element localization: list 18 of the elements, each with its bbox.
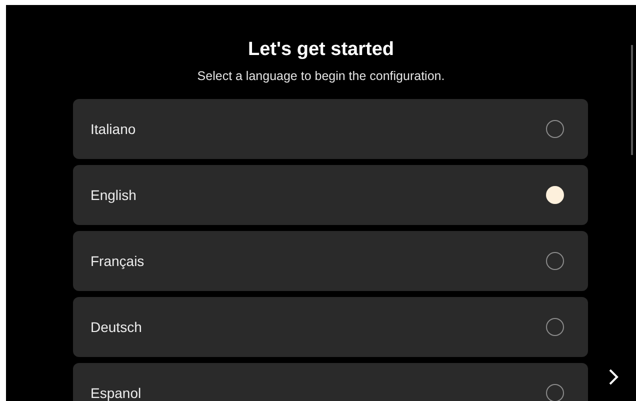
language-option[interactable]: Français bbox=[72, 231, 588, 291]
radio-button[interactable] bbox=[546, 120, 564, 138]
language-option[interactable]: Espanol bbox=[72, 363, 588, 401]
page-subtitle: Select a language to begin the configuration. bbox=[197, 68, 445, 84]
language-label: Deutsch bbox=[90, 319, 142, 335]
language-option[interactable]: Italiano bbox=[72, 99, 588, 159]
radio-button[interactable] bbox=[546, 252, 564, 270]
radio-button[interactable] bbox=[546, 384, 564, 401]
language-option[interactable]: Deutsch bbox=[72, 297, 588, 357]
radio-button[interactable] bbox=[546, 186, 564, 204]
radio-button[interactable] bbox=[546, 318, 564, 336]
language-label: Italiano bbox=[90, 121, 136, 137]
language-label: Espanol bbox=[90, 385, 142, 401]
page-title: Let's get started bbox=[248, 39, 394, 61]
language-option[interactable]: English bbox=[72, 165, 588, 225]
scrollbar[interactable] bbox=[631, 45, 633, 155]
language-label: Français bbox=[90, 253, 144, 269]
language-label: English bbox=[90, 187, 136, 203]
